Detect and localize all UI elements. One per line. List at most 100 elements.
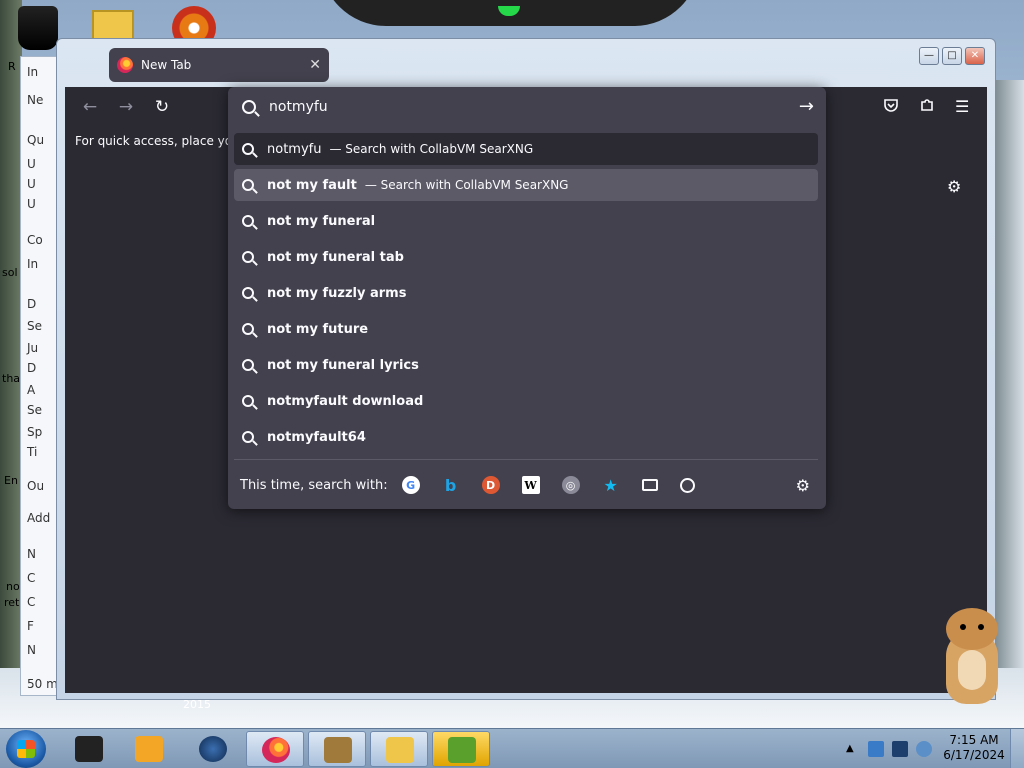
desktop-side-label: R (8, 60, 16, 73)
history-clock-icon[interactable] (679, 477, 695, 493)
tab-new-tab[interactable]: New Tab ✕ (109, 48, 329, 82)
suggestion-row[interactable]: not my funeral lyrics (234, 349, 818, 381)
one-off-search-row: This time, search with: G b D W ◎ ★ ⚙ (240, 473, 814, 497)
suggestion-row[interactable]: notmyfault download (234, 385, 818, 417)
bg-row: N (27, 547, 36, 561)
search-settings-gear-icon[interactable]: ⚙ (796, 476, 810, 495)
start-button[interactable] (6, 730, 46, 768)
google-icon[interactable]: G (401, 476, 420, 494)
taskbar-item-explorer[interactable] (370, 731, 428, 767)
divider (234, 459, 818, 460)
search-icon (242, 323, 254, 335)
taskbar-item[interactable] (60, 731, 118, 767)
network-icon[interactable] (868, 741, 884, 757)
taskbar: ▲ 7:15 AM 6/17/2024 (0, 728, 1024, 768)
warning-app-icon (448, 737, 476, 763)
bg-row: In (27, 257, 39, 271)
desktop-side-label: sol (2, 266, 18, 279)
wikipedia-icon[interactable]: W (521, 476, 540, 494)
taskbar-item-warning[interactable] (432, 731, 490, 767)
taskbar-item-bonzi[interactable] (308, 731, 366, 767)
hamster-head (946, 608, 998, 650)
tab-close-button[interactable]: ✕ (309, 57, 321, 73)
maximize-button[interactable]: □ (942, 47, 962, 65)
desktop-side-label: En (4, 474, 18, 487)
clock[interactable]: 7:15 AM 6/17/2024 (938, 733, 1010, 763)
taskbar-item[interactable] (120, 731, 178, 767)
titlebar[interactable]: New Tab ✕ — □ ✕ (57, 39, 995, 87)
bg-row: Se (27, 403, 42, 417)
bg-row: Qu (27, 133, 45, 147)
hamster-eye (960, 624, 966, 630)
bg-row: Co (27, 233, 43, 247)
tabs-icon[interactable] (641, 479, 658, 491)
bg-row: Sp (27, 425, 43, 439)
searxng-icon[interactable]: ◎ (561, 476, 580, 494)
suggestion-text: notmyfault download (267, 393, 424, 409)
minimize-button[interactable]: — (919, 47, 939, 65)
forward-button[interactable]: → (115, 96, 137, 118)
bg-row: U (27, 197, 36, 211)
hamster-mascot[interactable] (940, 608, 1004, 706)
tab-title: New Tab (141, 58, 192, 72)
taskbar-item-firefox[interactable] (246, 731, 304, 767)
app-icon (75, 736, 103, 762)
desktop-trees-left (0, 0, 22, 728)
monitor-icon[interactable] (892, 741, 908, 757)
back-button[interactable]: ← (79, 96, 101, 118)
suggestion-suffix: — Search with CollabVM SearXNG (364, 178, 569, 192)
bg-row: Ou (27, 479, 45, 493)
suggestion-row[interactable]: notmyfu — Search with CollabVM SearXNG (234, 133, 818, 165)
suggestion-row[interactable]: not my future (234, 313, 818, 345)
search-icon (242, 143, 254, 155)
suggestion-suffix: — Search with CollabVM SearXNG (329, 142, 534, 156)
suggestion-row[interactable]: not my fuzzly arms (234, 277, 818, 309)
bookmarks-star-icon[interactable]: ★ (602, 476, 620, 495)
reload-button[interactable]: ↻ (151, 96, 173, 118)
suggestion-text: not my future (267, 321, 369, 337)
desktop-trees-right (994, 80, 1024, 680)
bing-icon[interactable]: b (442, 476, 460, 495)
window-controls: — □ ✕ (919, 47, 985, 65)
recycle-bin-icon[interactable] (18, 6, 58, 50)
go-arrow-button[interactable]: → (799, 96, 814, 117)
desktop-side-label: tha (2, 372, 21, 385)
suggestion-row[interactable]: not my funeral (234, 205, 818, 237)
suggestion-row[interactable]: not my funeral tab (234, 241, 818, 273)
newtab-settings-gear-icon[interactable]: ⚙ (947, 177, 965, 196)
hamster-eye (978, 624, 984, 630)
suggestion-row[interactable]: notmyfault64 (234, 421, 818, 453)
duckduckgo-icon[interactable]: D (481, 476, 500, 494)
taskbar-item[interactable] (184, 731, 242, 767)
suggestion-text: not my funeral tab (267, 249, 404, 265)
app-menu-button[interactable]: ☰ (955, 97, 969, 116)
bg-row: C (27, 571, 36, 585)
url-input[interactable]: notmyfu (269, 99, 328, 115)
urlbar-dropdown[interactable]: notmyfu → notmyfu — Search with CollabVM… (228, 87, 826, 509)
bg-row: Add (27, 511, 51, 525)
suggestion-text: notmyfault64 (267, 429, 366, 445)
bg-row: Ti (27, 445, 38, 459)
pocket-icon[interactable] (883, 97, 899, 117)
extensions-icon[interactable] (919, 97, 935, 117)
media-player-icon (135, 736, 163, 762)
suggestion-text: not my fuzzly arms (267, 285, 407, 301)
close-window-button[interactable]: ✕ (965, 47, 985, 65)
firefox-icon (117, 57, 133, 73)
bg-row: Ju (27, 341, 39, 355)
bg-row: N (27, 643, 36, 657)
clock-date: 6/17/2024 (943, 748, 1005, 762)
url-input-row[interactable]: notmyfu → (228, 87, 826, 127)
tray-expand-icon[interactable]: ▲ (846, 743, 854, 754)
show-desktop-button[interactable] (1010, 729, 1024, 768)
suggestion-text: not my fault (267, 177, 357, 193)
volume-icon[interactable] (916, 741, 932, 757)
system-tray: ▲ 7:15 AM 6/17/2024 (842, 729, 1024, 768)
bg-row: A (27, 383, 36, 397)
desktop-side-label: ret (4, 596, 20, 609)
bg-row: Se (27, 319, 42, 333)
search-icon (242, 287, 254, 299)
bg-row: F (27, 619, 34, 633)
suggestion-row[interactable]: not my fault — Search with CollabVM Sear… (234, 169, 818, 201)
green-light-icon (498, 6, 520, 16)
